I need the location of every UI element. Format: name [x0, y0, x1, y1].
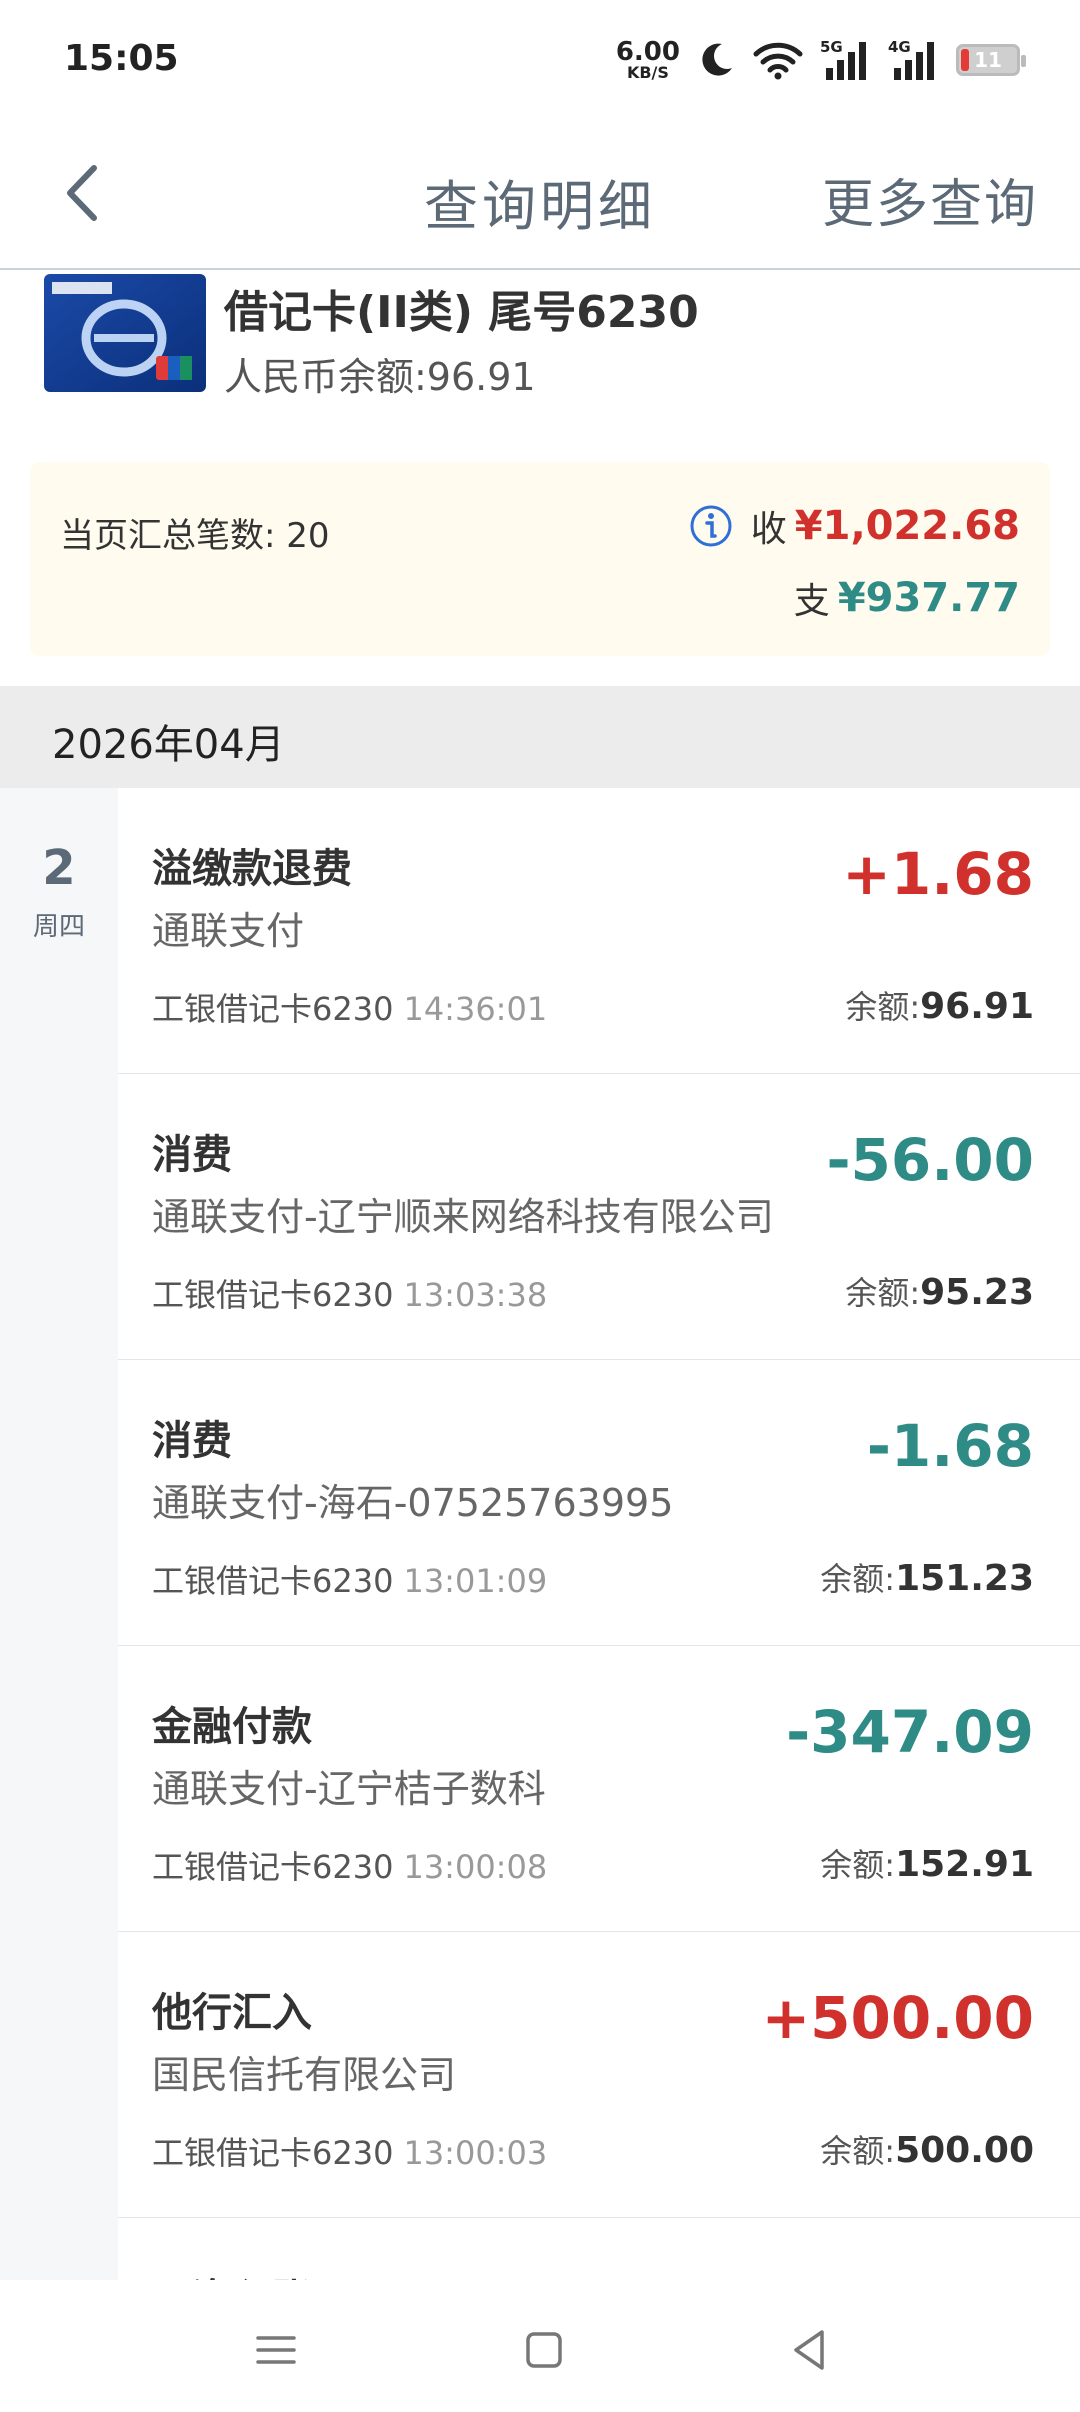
transaction-row[interactable]: 金融付款 通联支付-辽宁桔子数科 工银借记卡6230 13:00:08 -347.… — [118, 1646, 1080, 1933]
net-speed-value: 6.00 — [615, 37, 680, 67]
transaction-card: 工银借记卡6230 13:00:08 — [152, 1842, 547, 1888]
nav-bar: 查询明细 更多查询 — [0, 118, 1080, 271]
battery-icon: 11 — [956, 44, 1026, 76]
income-amount: ¥1,022.68 — [794, 503, 1020, 549]
transaction-balance: 余额:500.00 — [820, 2126, 1034, 2172]
expense-amount: ¥937.77 — [837, 575, 1020, 621]
account-name: 借记卡(II类) 尾号6230 — [224, 287, 699, 338]
balance-label: 余额: — [820, 1560, 896, 1598]
month-label: 2026年04月 — [52, 722, 285, 768]
wifi-icon — [753, 42, 803, 80]
signal-4g-label: 4G — [888, 38, 911, 56]
transaction-amount: -56.00 — [826, 1126, 1034, 1194]
card-label: 工银借记卡6230 — [152, 1276, 394, 1314]
transaction-time: 14:36:01 — [403, 990, 548, 1028]
signal-5g-label: 5G — [820, 38, 843, 56]
transaction-row[interactable]: 他行汇入 国民信托有限公司 工银借记卡6230 13:00:03 +500.00 … — [118, 1932, 1080, 2219]
page-summary: 当页汇总笔数: 20 收 ¥1,022.68 支 ¥937.77 — [30, 462, 1050, 656]
transaction-title: 工资入账 — [152, 2266, 312, 2280]
date-weekday: 周四 — [32, 912, 85, 942]
battery-level-text: 11 — [974, 48, 1002, 72]
transaction-card: 工银借记卡6230 13:01:09 — [152, 1556, 547, 1602]
balance-label: 余额: — [820, 1846, 896, 1884]
transaction-list[interactable]: 2 周四 溢缴款退费 通联支付 工银借记卡6230 14:36:01 +1.68 … — [0, 788, 1080, 2280]
transaction-amount: +1.68 — [842, 840, 1034, 908]
transaction-balance: 余额:95.23 — [845, 1268, 1034, 1314]
balance-value: 151.23 — [895, 1558, 1034, 1599]
transaction-card: 工银借记卡6230 13:03:38 — [152, 1270, 547, 1316]
transaction-balance: 余额:151.23 — [820, 1554, 1034, 1600]
balance-label: 余额: — [845, 1274, 921, 1312]
net-speed-unit: KB/S — [626, 63, 669, 82]
home-icon[interactable] — [514, 2320, 574, 2380]
menu-icon[interactable] — [246, 2320, 306, 2380]
transaction-amount: -1.68 — [866, 1412, 1034, 1480]
transaction-balance: 余额:96.91 — [845, 982, 1034, 1028]
account-balance: 人民币余额:96.91 — [224, 355, 536, 399]
card-label: 工银借记卡6230 — [152, 2134, 394, 2172]
balance-label: 余额: — [845, 988, 921, 1026]
transaction-row[interactable]: 工资入账 — [118, 2218, 1080, 2280]
card-label: 工银借记卡6230 — [152, 1562, 394, 1600]
card-label: 工银借记卡6230 — [152, 990, 394, 1028]
summary-income: 收 ¥1,022.68 — [689, 500, 1020, 552]
transaction-balance: 余额:152.91 — [820, 1840, 1034, 1886]
transaction-card: 工银借记卡6230 14:36:01 — [152, 984, 547, 1030]
transaction-merchant: 通联支付 — [152, 909, 305, 953]
transaction-merchant: 通联支付-辽宁桔子数科 — [152, 1767, 546, 1811]
transaction-title: 溢缴款退费 — [152, 846, 352, 892]
transaction-row[interactable]: 消费 通联支付-海石-07525763995 工银借记卡6230 13:01:09… — [118, 1360, 1080, 1647]
balance-value: 152.91 — [895, 1844, 1034, 1885]
signal-4g-icon: 4G — [888, 38, 934, 80]
more-query-button[interactable]: 更多查询 — [822, 162, 1038, 237]
transaction-time: 13:01:09 — [403, 1562, 548, 1600]
transaction-title: 消费 — [152, 1418, 232, 1464]
net-speed: 6.00 KB/S — [616, 39, 680, 81]
month-header: 2026年04月 — [0, 686, 1080, 788]
back-triangle-icon[interactable] — [780, 2320, 840, 2380]
transaction-amount: +500.00 — [761, 1984, 1034, 2052]
system-nav-bar — [0, 2280, 1080, 2412]
expense-label: 支 — [793, 581, 830, 622]
transaction-merchant: 国民信托有限公司 — [152, 2053, 457, 2097]
summary-count: 当页汇总笔数: 20 — [60, 516, 330, 556]
account-header: 借记卡(II类) 尾号6230 人民币余额:96.91 — [0, 270, 1080, 460]
transaction-time: 13:00:03 — [403, 2134, 548, 2172]
balance-value: 96.91 — [920, 986, 1034, 1027]
balance-label: 余额: — [820, 2132, 896, 2170]
transaction-time: 13:03:38 — [403, 1276, 548, 1314]
info-icon[interactable] — [689, 504, 733, 548]
transaction-amount: -347.09 — [786, 1698, 1034, 1766]
transaction-title: 他行汇入 — [152, 1990, 312, 2036]
signal-5g-icon: 5G — [820, 38, 866, 80]
transaction-title: 金融付款 — [152, 1704, 312, 1750]
transaction-row[interactable]: 溢缴款退费 通联支付 工银借记卡6230 14:36:01 +1.68 余额:96… — [118, 788, 1080, 1075]
status-time: 15:05 — [64, 38, 179, 79]
status-bar: 15:05 6.00 KB/S 5G 4G 11 — [0, 0, 1080, 118]
transaction-row[interactable]: 消费 通联支付-辽宁顺来网络科技有限公司 工银借记卡6230 13:03:38 -… — [118, 1074, 1080, 1361]
transaction-merchant: 通联支付-辽宁顺来网络科技有限公司 — [152, 1195, 774, 1239]
transaction-merchant: 通联支付-海石-07525763995 — [152, 1481, 674, 1525]
balance-value: 95.23 — [920, 1272, 1034, 1313]
date-day: 2 — [42, 840, 76, 896]
summary-expense: 支 ¥937.77 — [794, 572, 1020, 624]
date-column: 2 周四 — [0, 788, 118, 2280]
transaction-card: 工银借记卡6230 13:00:03 — [152, 2128, 547, 2174]
transaction-time: 13:00:08 — [403, 1848, 548, 1886]
card-label: 工银借记卡6230 — [152, 1848, 394, 1886]
transaction-title: 消费 — [152, 1132, 232, 1178]
bank-card-image — [44, 274, 206, 392]
status-icons: 6.00 KB/S 5G 4G 11 — [616, 34, 1026, 86]
moon-icon — [702, 43, 732, 76]
balance-value: 500.00 — [895, 2130, 1034, 2171]
income-label: 收 — [750, 509, 787, 550]
